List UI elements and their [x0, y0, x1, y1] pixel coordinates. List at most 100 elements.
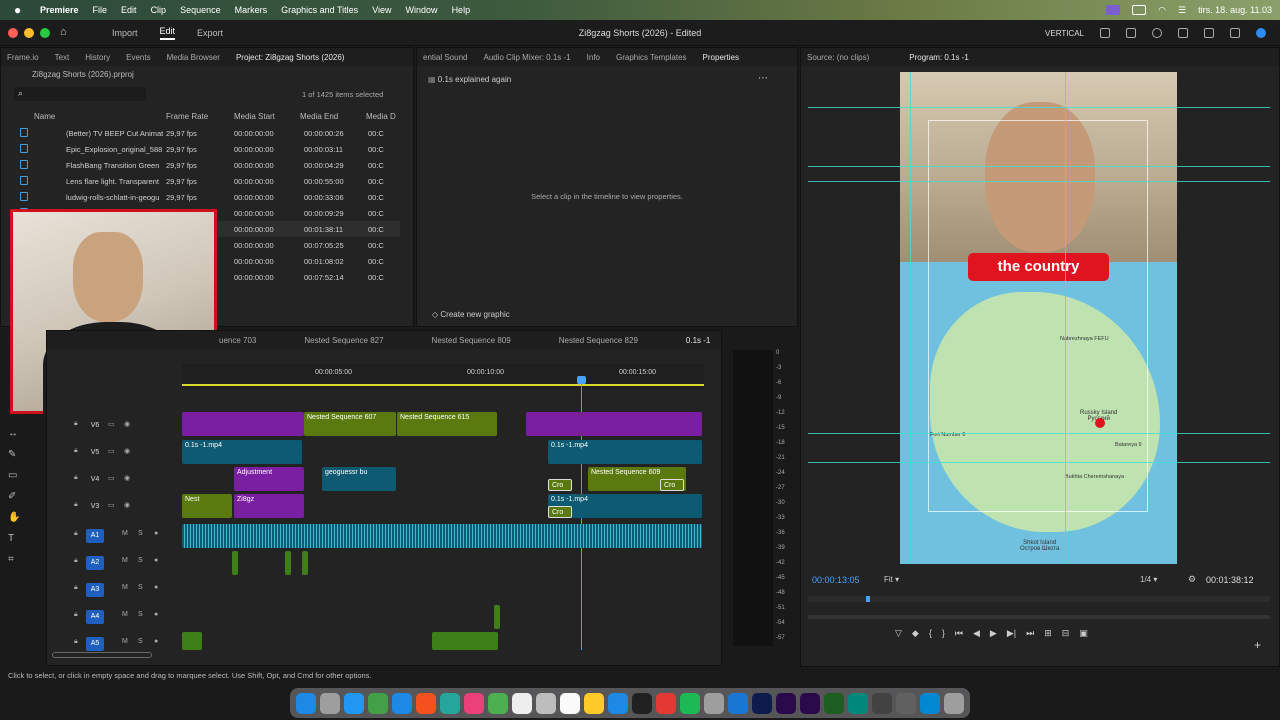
- mute-icon[interactable]: M: [122, 638, 132, 648]
- eye-icon[interactable]: ◉: [124, 420, 134, 430]
- wifi-icon[interactable]: ◠: [1158, 5, 1166, 16]
- track-label[interactable]: V4: [86, 473, 104, 487]
- tab-media-browser[interactable]: Media Browser: [167, 53, 220, 62]
- timeline-ruler[interactable]: 00:00:05:00 00:00:10:00 00:00:15:00: [182, 364, 704, 388]
- play-icon[interactable]: ▶: [990, 628, 997, 639]
- launchpad-icon[interactable]: [320, 692, 340, 714]
- finder-icon[interactable]: [296, 692, 316, 714]
- track-header-v6[interactable]: 🔒︎ V6 ▭ ◉: [70, 414, 180, 438]
- project-row[interactable]: Lens flare light. Transparent 29,97 fps 00…: [20, 173, 400, 189]
- tab-source[interactable]: Source: (no clips): [807, 53, 869, 62]
- tab-seq-809[interactable]: Nested Sequence 809: [432, 336, 511, 345]
- tab-project[interactable]: Project: Zi8gzag Shorts (2026): [236, 53, 345, 62]
- eye-icon[interactable]: ◉: [124, 447, 134, 457]
- tab-properties[interactable]: Properties: [703, 53, 739, 62]
- work-area-bar[interactable]: [182, 384, 704, 386]
- program-timecode[interactable]: 00:00:13:05: [812, 575, 860, 585]
- maps-icon[interactable]: [440, 692, 460, 714]
- solo-icon[interactable]: S: [138, 557, 148, 567]
- tab-seq-829[interactable]: Nested Sequence 829: [559, 336, 638, 345]
- layout-icon[interactable]: [1100, 28, 1110, 38]
- safari-icon[interactable]: [344, 692, 364, 714]
- app-store-icon[interactable]: [728, 692, 748, 714]
- app-icon[interactable]: [920, 692, 940, 714]
- tab-seq-827[interactable]: Nested Sequence 827: [304, 336, 383, 345]
- lock-icon[interactable]: 🔒︎: [74, 474, 84, 484]
- tab-program[interactable]: Program: 0.1s -1: [909, 53, 969, 62]
- clip-v6-nested-607[interactable]: Nested Sequence 607: [304, 412, 396, 436]
- messages-icon[interactable]: [368, 692, 388, 714]
- menu-graphics-titles[interactable]: Graphics and Titles: [281, 5, 358, 15]
- fullscreen-icon[interactable]: [1230, 28, 1240, 38]
- ripple-edit-icon[interactable]: ↔: [8, 428, 26, 439]
- mute-icon[interactable]: M: [122, 584, 132, 594]
- calendar-icon[interactable]: [512, 692, 532, 714]
- tab-graphics-templates[interactable]: Graphics Templates: [616, 53, 687, 62]
- control-center-icon[interactable]: ☰: [1178, 5, 1186, 16]
- mute-icon[interactable]: M: [122, 557, 132, 567]
- step-back-icon[interactable]: ◀: [973, 628, 980, 639]
- mic-icon[interactable]: ●: [154, 638, 164, 648]
- audio-clip-a5-2[interactable]: [432, 632, 498, 650]
- lock-icon[interactable]: 🔒︎: [74, 557, 84, 567]
- after-effects-icon[interactable]: [800, 692, 820, 714]
- clip-v5-01s-b[interactable]: 0.1s -1.mp4: [548, 440, 702, 464]
- audio-icon[interactable]: [1204, 28, 1214, 38]
- lock-icon[interactable]: 🔒︎: [74, 420, 84, 430]
- clock[interactable]: tirs. 18. aug. 11.03: [1198, 5, 1272, 15]
- clip-crop-1[interactable]: Cro: [548, 479, 572, 491]
- app-icon[interactable]: [872, 692, 892, 714]
- eye-icon[interactable]: ◉: [124, 501, 134, 511]
- col-name[interactable]: Name: [34, 112, 55, 121]
- clip-v5-01s-a[interactable]: 0.1s -1.mp4: [182, 440, 302, 464]
- overwrite-icon[interactable]: ⊟: [1062, 628, 1070, 639]
- apple-icon[interactable]: ●: [14, 3, 28, 17]
- slip-icon[interactable]: ▭: [8, 470, 26, 481]
- col-frame-rate[interactable]: Frame Rate: [166, 112, 208, 121]
- menu-app-name[interactable]: Premiere: [40, 5, 79, 15]
- clip-v4-adjustment[interactable]: Adjustment: [234, 467, 304, 491]
- project-search-input[interactable]: ⌕: [14, 87, 146, 101]
- sync-lock-icon[interactable]: ▭: [108, 447, 118, 457]
- track-label[interactable]: V3: [86, 500, 104, 514]
- tab-events[interactable]: Events: [126, 53, 150, 62]
- track-label[interactable]: V5: [86, 446, 104, 460]
- project-row[interactable]: FlashBang Transition Green 29,97 fps 00:00…: [20, 157, 400, 173]
- razor-icon[interactable]: ✎: [8, 449, 26, 460]
- tab-frameio[interactable]: Frame.io: [7, 53, 39, 62]
- lock-icon[interactable]: 🔒︎: [74, 530, 84, 540]
- profile-icon[interactable]: [1256, 28, 1266, 38]
- sync-lock-icon[interactable]: ▭: [108, 420, 118, 430]
- menu-file[interactable]: File: [93, 5, 108, 15]
- chrome-icon[interactable]: [416, 692, 436, 714]
- mic-icon[interactable]: ●: [154, 530, 164, 540]
- sync-lock-icon[interactable]: ▭: [108, 501, 118, 511]
- audio-clip-a2-3[interactable]: [302, 551, 308, 575]
- audio-clip-a2-2[interactable]: [285, 551, 291, 575]
- mail-icon[interactable]: [392, 692, 412, 714]
- audio-clip-a4[interactable]: [494, 605, 500, 629]
- clip-v3-zi8gz[interactable]: Zi8gz: [234, 494, 304, 518]
- app-icon[interactable]: [848, 692, 868, 714]
- marker-icon[interactable]: ▽: [895, 628, 902, 639]
- zoom-scrollbar[interactable]: [808, 615, 1270, 619]
- menu-view[interactable]: View: [372, 5, 391, 15]
- create-new-graphic-button[interactable]: ◇ Create new graphic: [432, 310, 510, 319]
- battery-icon[interactable]: [1132, 5, 1147, 15]
- add-button-icon[interactable]: +: [1254, 638, 1261, 652]
- lock-icon[interactable]: 🔒︎: [74, 611, 84, 621]
- track-label[interactable]: A2: [86, 556, 104, 570]
- search-icon[interactable]: [1178, 28, 1188, 38]
- tab-text[interactable]: Text: [55, 53, 70, 62]
- settings-icon[interactable]: [704, 692, 724, 714]
- track-label[interactable]: A5: [86, 637, 104, 651]
- clip-v6-nested-615[interactable]: Nested Sequence 615: [397, 412, 497, 436]
- audio-clip-a5-1[interactable]: [182, 632, 202, 650]
- music-icon[interactable]: [656, 692, 676, 714]
- track-header-a4[interactable]: 🔒︎ A4 M S ●: [70, 605, 180, 629]
- insert-icon[interactable]: ⊞: [1044, 628, 1052, 639]
- freeform-icon[interactable]: [608, 692, 628, 714]
- playhead-marker[interactable]: [866, 596, 870, 602]
- menu-edit[interactable]: Edit: [121, 5, 137, 15]
- screen-record-icon[interactable]: [1106, 5, 1121, 15]
